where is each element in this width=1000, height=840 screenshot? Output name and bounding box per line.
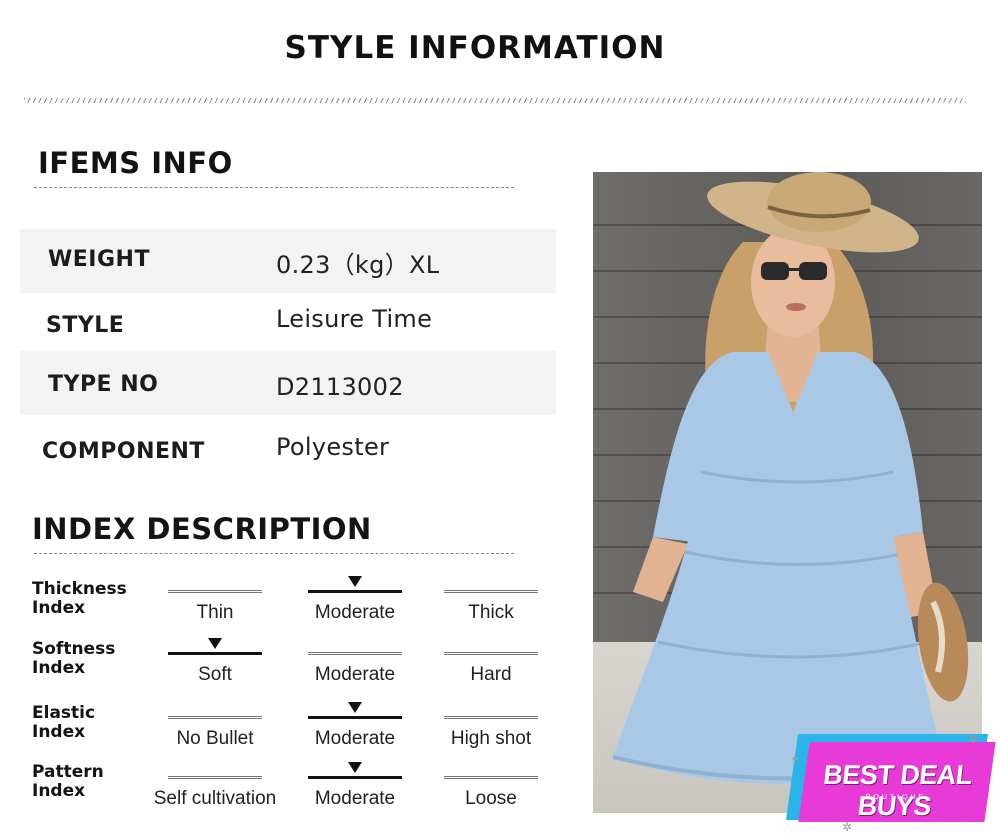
index-option-label: Thin: [196, 602, 234, 623]
page-title: STYLE INFORMATION: [284, 30, 666, 66]
index-option: Moderate: [308, 640, 402, 690]
index-option-label: Moderate: [314, 728, 396, 749]
brand-badge: BEST DEAL BUYS BOUTIQUE ✲ ✦ ✲: [782, 722, 996, 834]
index-option: Loose: [444, 764, 538, 814]
index-option-label: Loose: [465, 788, 517, 809]
index-option: Moderate: [308, 762, 402, 814]
index-option-label: Moderate: [314, 788, 396, 809]
index-option: Thin: [168, 578, 262, 628]
index-option: Hard: [444, 640, 538, 690]
info-row-type-no: TYPE NO D2113002: [20, 351, 556, 415]
index-scale-bar: [444, 716, 538, 719]
info-value: Polyester: [276, 433, 390, 461]
index-scale-bar: [168, 716, 262, 719]
info-row-component: COMPONENT Polyester: [20, 418, 556, 482]
selected-marker-icon: [348, 576, 362, 587]
sparkle-icon: ✲: [968, 732, 979, 746]
index-option-label: Soft: [198, 664, 232, 685]
index-option: Soft: [168, 638, 262, 690]
info-row-style: STYLE Leisure Time: [20, 293, 556, 357]
sparkle-icon: ✲: [842, 820, 853, 834]
index-option-label: Thick: [468, 602, 514, 623]
index-option: High shot: [444, 704, 538, 754]
index-scale-bar: [444, 652, 538, 655]
info-value: D2113002: [276, 373, 404, 401]
index-scale-bar: [308, 590, 402, 593]
index-label: Elastic Index: [32, 703, 96, 742]
index-label: Thickness Index: [32, 579, 127, 618]
index-option: Self cultivation: [154, 764, 276, 814]
info-label: STYLE: [46, 313, 125, 338]
info-label: WEIGHT: [48, 247, 150, 272]
index-description-heading: INDEX DESCRIPTION: [32, 512, 372, 546]
index-scale-bar: [444, 590, 538, 593]
index-scale-bar: [444, 776, 538, 779]
info-label: TYPE NO: [48, 372, 159, 397]
index-option: Thick: [444, 578, 538, 628]
index-option: Moderate: [308, 702, 402, 754]
index-description-divider: [34, 553, 514, 554]
index-option: No Bullet: [168, 704, 262, 754]
index-option-label: High shot: [450, 728, 532, 749]
selected-marker-icon: [208, 638, 222, 649]
index-option-label: Moderate: [314, 664, 396, 685]
info-row-weight: WEIGHT 0.23（kg）XL: [20, 229, 556, 293]
sparkle-icon: ✦: [790, 752, 801, 766]
info-value: Leisure Time: [276, 305, 433, 333]
index-option-label: Moderate: [314, 602, 396, 623]
title-divider: [24, 98, 966, 103]
selected-marker-icon: [348, 702, 362, 713]
index-label: Softness Index: [32, 639, 116, 678]
index-scale-bar: [168, 590, 262, 593]
index-option-label: Hard: [470, 664, 512, 685]
index-option: Moderate: [308, 576, 402, 628]
index-scale-bar: [308, 652, 402, 655]
badge-subtitle: BOUTIQUE: [865, 794, 927, 801]
items-info-heading: IFEMS INFO: [38, 146, 233, 180]
items-info-divider: [34, 187, 514, 188]
index-option-label: Self cultivation: [153, 788, 277, 809]
index-scale-bar: [308, 776, 402, 779]
index-scale-bar: [168, 652, 262, 655]
info-label: COMPONENT: [42, 439, 205, 464]
product-photo: [593, 172, 982, 813]
index-scale-bar: [168, 776, 262, 779]
selected-marker-icon: [348, 762, 362, 773]
model-illustration: [612, 172, 969, 784]
index-label: Pattern Index: [32, 762, 104, 801]
badge-brand-name: BEST DEAL BUYS: [821, 760, 974, 821]
index-option-label: No Bullet: [176, 728, 254, 749]
info-value: 0.23（kg）XL: [276, 251, 440, 279]
index-scale-bar: [308, 716, 402, 719]
